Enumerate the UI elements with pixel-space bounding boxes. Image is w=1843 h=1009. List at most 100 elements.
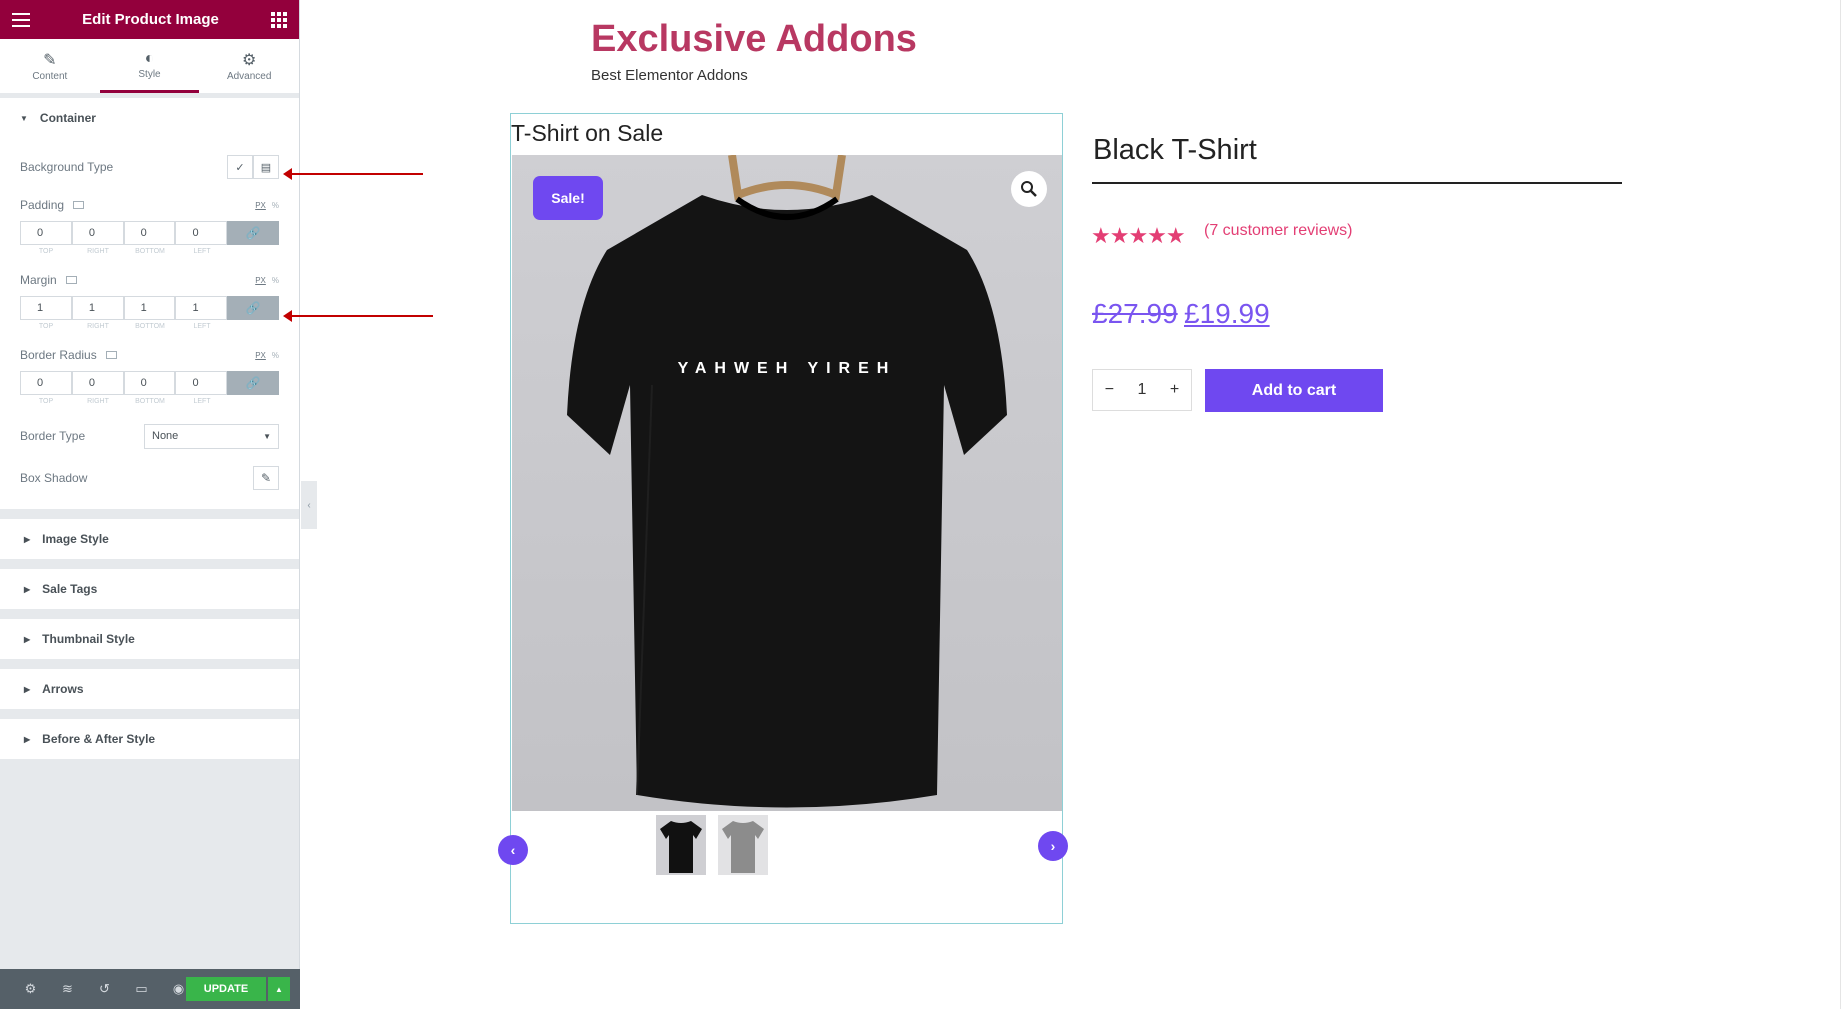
thumbnail-black[interactable] bbox=[656, 815, 706, 875]
link-icon[interactable]: 🔗 bbox=[227, 221, 279, 245]
control-background-type: Background Type ✓ ▤ bbox=[20, 138, 279, 196]
margin-left-input[interactable]: 1 bbox=[175, 296, 228, 320]
control-margin: Margin PX% bbox=[20, 271, 279, 289]
tab-advanced[interactable]: ⚙ Advanced bbox=[199, 39, 299, 93]
control-border-radius: Border Radius PX% bbox=[20, 346, 279, 364]
radius-right-input[interactable]: 0 bbox=[71, 371, 124, 395]
padding-dimensions: 0 0 0 0 🔗 bbox=[20, 221, 279, 245]
radius-dim-labels: TOP RIGHT BOTTOM LEFT bbox=[38, 398, 211, 405]
menu-icon[interactable] bbox=[12, 12, 30, 27]
regular-price: £27.99 bbox=[1092, 298, 1178, 329]
monitor-icon[interactable] bbox=[65, 276, 77, 284]
control-label: Box Shadow bbox=[20, 471, 88, 485]
brush-icon[interactable]: ✓ bbox=[227, 155, 253, 179]
edit-pencil-icon[interactable]: ✎ bbox=[253, 466, 279, 490]
editor-header: Edit Product Image bbox=[0, 0, 299, 39]
radius-bottom-input[interactable]: 0 bbox=[123, 371, 176, 395]
history-icon[interactable]: ↺ bbox=[86, 981, 123, 997]
caret-down-icon: ▼ bbox=[20, 113, 28, 123]
unit-switch[interactable]: PX% bbox=[255, 276, 279, 285]
control-label: Padding bbox=[20, 198, 65, 212]
widget-heading: T-Shirt on Sale bbox=[511, 120, 664, 146]
link-icon[interactable]: 🔗 bbox=[227, 371, 279, 395]
background-type-choices: ✓ ▤ bbox=[227, 155, 279, 179]
product-image-widget[interactable]: T-Shirt on Sale YAHWEH YIREH Sale! ‹ › bbox=[498, 113, 1068, 924]
section-container-body: Background Type ✓ ▤ Padding PX% 0 0 0 0 … bbox=[0, 138, 299, 509]
minus-icon[interactable]: − bbox=[1105, 381, 1114, 399]
tshirt-image bbox=[512, 155, 1062, 811]
caret-up-icon[interactable]: ▲ bbox=[268, 977, 290, 1001]
margin-top-input[interactable]: 1 bbox=[20, 296, 72, 320]
product-title: Black T-Shirt bbox=[1093, 134, 1257, 166]
quantity-stepper: − 1 + bbox=[1092, 369, 1192, 411]
caret-right-icon: ▶ bbox=[24, 634, 31, 644]
margin-dimensions: 1 1 1 1 🔗 bbox=[20, 296, 279, 320]
padding-bottom-input[interactable]: 0 bbox=[123, 221, 176, 245]
pencil-icon: ✎ bbox=[43, 51, 57, 69]
unit-switch[interactable]: PX% bbox=[255, 351, 279, 360]
control-label: Border Radius bbox=[20, 348, 97, 362]
star-rating: ★★★★★ bbox=[1091, 223, 1186, 248]
chevron-down-icon: ▼ bbox=[263, 431, 271, 441]
control-label: Border Type bbox=[20, 429, 86, 443]
section-arrows[interactable]: ▶ Arrows bbox=[0, 669, 299, 709]
tab-label: Advanced bbox=[226, 70, 272, 82]
sale-badge: Sale! bbox=[533, 176, 603, 220]
plus-icon[interactable]: + bbox=[1170, 381, 1179, 399]
add-to-cart-button[interactable]: Add to cart bbox=[1205, 369, 1383, 412]
section-before-after-style[interactable]: ▶ Before & After Style bbox=[0, 719, 299, 759]
padding-left-input[interactable]: 0 bbox=[175, 221, 228, 245]
half-circle-icon: ◐ bbox=[144, 50, 155, 67]
title-divider bbox=[1092, 182, 1622, 184]
widgets-grid-icon[interactable] bbox=[271, 11, 287, 28]
section-thumbnail-style[interactable]: ▶ Thumbnail Style bbox=[0, 619, 299, 659]
padding-dim-labels: TOP RIGHT BOTTOM LEFT bbox=[38, 248, 211, 255]
section-image-style[interactable]: ▶ Image Style bbox=[0, 519, 299, 559]
reviews-link[interactable]: (7 customer reviews) bbox=[1204, 222, 1352, 240]
prev-arrow-button[interactable]: ‹ bbox=[498, 835, 528, 865]
margin-dim-labels: TOP RIGHT BOTTOM LEFT bbox=[38, 323, 211, 330]
sale-price: £19.99 bbox=[1184, 298, 1270, 329]
annotation-arrow bbox=[283, 310, 433, 322]
site-title[interactable]: Exclusive Addons bbox=[591, 18, 917, 61]
monitor-icon[interactable] bbox=[105, 351, 117, 359]
gradient-icon[interactable]: ▤ bbox=[253, 155, 279, 179]
collapse-panel-handle[interactable]: ‹ bbox=[301, 481, 317, 529]
link-icon[interactable]: 🔗 bbox=[227, 296, 279, 320]
shirt-print-text: YAHWEH YIREH bbox=[677, 360, 897, 377]
section-title: Container bbox=[39, 111, 96, 125]
padding-top-input[interactable]: 0 bbox=[20, 221, 72, 245]
editor-panel: Edit Product Image ✎ Content ◐ Style ⚙ A… bbox=[0, 0, 300, 1009]
thumbnail-grey[interactable] bbox=[718, 815, 768, 875]
radius-left-input[interactable]: 0 bbox=[175, 371, 228, 395]
control-box-shadow: Box Shadow ✎ bbox=[20, 461, 279, 495]
caret-right-icon: ▶ bbox=[24, 684, 31, 694]
quantity-input[interactable]: 1 bbox=[1138, 381, 1147, 399]
tab-label: Style bbox=[138, 69, 161, 80]
border-type-select[interactable]: None ▼ bbox=[144, 423, 279, 449]
tab-content[interactable]: ✎ Content bbox=[0, 39, 100, 93]
annotation-arrow bbox=[283, 168, 423, 180]
panel-title: Edit Product Image bbox=[82, 11, 219, 28]
product-image[interactable]: YAHWEH YIREH Sale! bbox=[512, 155, 1062, 811]
unit-switch[interactable]: PX% bbox=[255, 201, 279, 210]
control-label: Margin bbox=[20, 273, 57, 287]
margin-right-input[interactable]: 1 bbox=[71, 296, 124, 320]
section-sale-tags[interactable]: ▶ Sale Tags bbox=[0, 569, 299, 609]
control-label: Background Type bbox=[20, 160, 114, 174]
settings-icon[interactable]: ⚙ bbox=[12, 981, 49, 997]
next-arrow-button[interactable]: › bbox=[1038, 831, 1068, 861]
tab-style[interactable]: ◐ Style bbox=[99, 39, 200, 93]
monitor-icon[interactable] bbox=[73, 201, 85, 209]
responsive-icon[interactable]: ▭ bbox=[123, 981, 160, 997]
zoom-icon[interactable] bbox=[1011, 171, 1047, 207]
update-button[interactable]: UPDATE bbox=[186, 977, 266, 1001]
caret-right-icon: ▶ bbox=[24, 534, 31, 544]
site-tagline: Best Elementor Addons bbox=[591, 67, 748, 84]
panel-tabs: ✎ Content ◐ Style ⚙ Advanced bbox=[0, 39, 299, 94]
navigator-icon[interactable]: ≋ bbox=[49, 981, 86, 997]
margin-bottom-input[interactable]: 1 bbox=[123, 296, 176, 320]
radius-top-input[interactable]: 0 bbox=[20, 371, 72, 395]
padding-right-input[interactable]: 0 bbox=[71, 221, 124, 245]
section-container-header[interactable]: ▼ Container bbox=[0, 98, 299, 138]
